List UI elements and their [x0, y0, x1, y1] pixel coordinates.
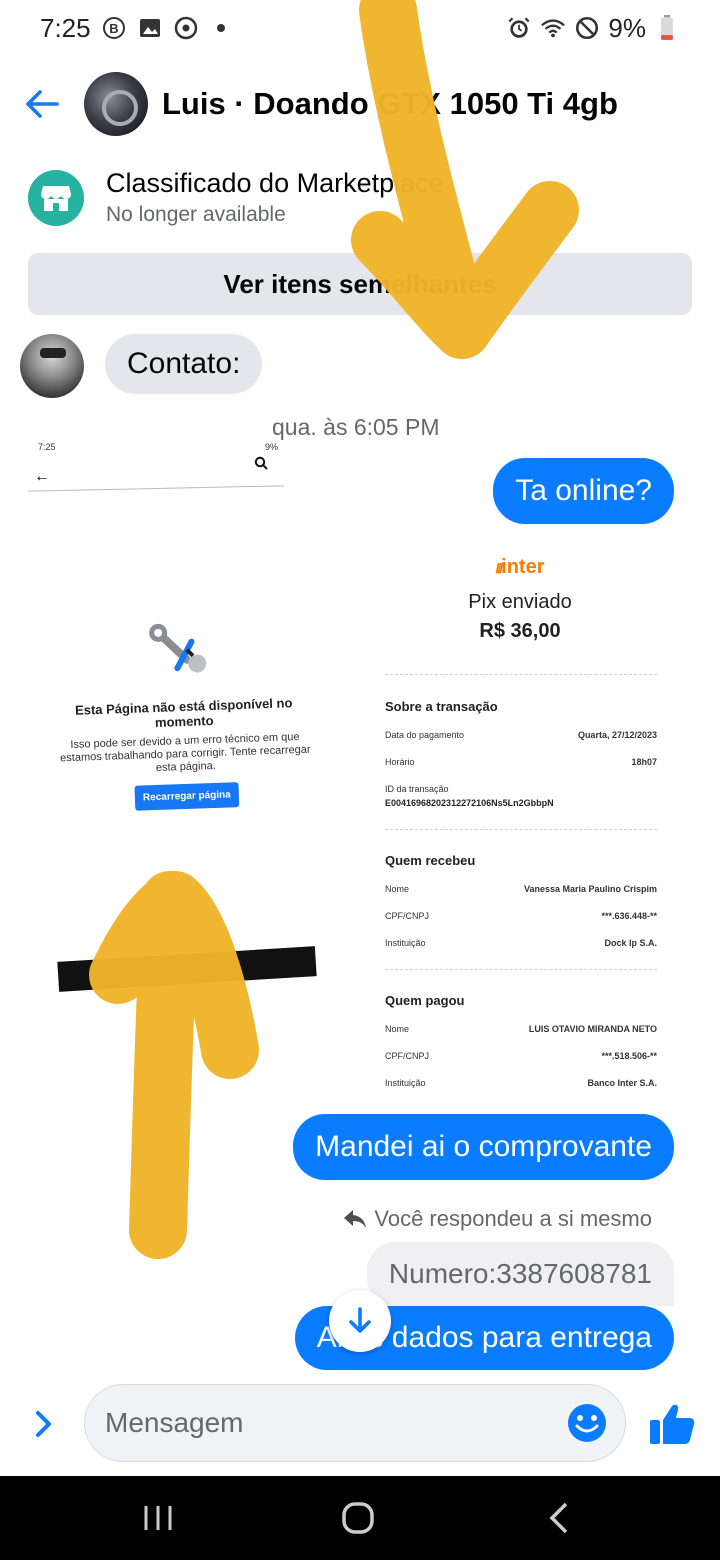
- receipt-time: 18h07: [631, 757, 657, 767]
- receipt-title: Pix enviado: [468, 591, 572, 613]
- status-time: 7:25: [40, 12, 91, 43]
- receipt-section-receiver: Quem recebeu: [385, 853, 476, 868]
- receipt-amount: R$ 36,00: [479, 620, 561, 642]
- listing-title: Classificado do Marketplace: [106, 168, 444, 198]
- receipt-receiver-doc: ***.636.448-**: [601, 911, 657, 921]
- receipt-label: CPF/CNPJ: [385, 1051, 430, 1061]
- scroll-to-bottom-button[interactable]: [329, 1290, 391, 1352]
- alarm-icon: [506, 15, 532, 41]
- receipt-label: Instituição: [385, 1078, 426, 1088]
- receipt-row: CPF/CNPJ ***.518.506-**: [385, 1051, 657, 1061]
- receipt-row: CPF/CNPJ ***.636.448-**: [385, 911, 657, 921]
- conversation-title[interactable]: Luis · Doando GTX 1050 Ti 4gb: [162, 86, 618, 122]
- chevron-right-icon: [36, 1411, 51, 1437]
- back-button[interactable]: [12, 74, 72, 134]
- receipt-divider: [385, 969, 657, 970]
- receipt-row: Horário 18h07: [385, 757, 657, 767]
- receipt-row: Data do pagamento Quarta, 27/12/2023: [385, 730, 657, 740]
- screenshot-battery: 9%: [264, 442, 278, 452]
- message-input-placeholder: Mensagem: [105, 1407, 244, 1438]
- receipt-label: Nome: [385, 884, 410, 894]
- see-similar-items-button[interactable]: Ver itens semelhantes: [28, 253, 692, 315]
- reply-indicator-text: Você respondeu a si mesmo: [374, 1206, 652, 1231]
- receipt-label: Instituição: [385, 938, 426, 948]
- marketplace-shop-icon: [28, 169, 84, 226]
- receipt-payer-doc: ***.518.506-**: [601, 1051, 657, 1061]
- conversation-header: Luis · Doando GTX 1050 Ti 4gb: [0, 62, 720, 146]
- b-notification-icon: B: [101, 15, 127, 41]
- receipt-payment-date: Quarta, 27/12/2023: [577, 730, 657, 740]
- screenshot-search-icon: [254, 456, 268, 470]
- receipt-payer-institution: Banco Inter S.A.: [587, 1078, 657, 1088]
- battery-percent: 9%: [608, 12, 646, 43]
- wifi-icon: [540, 15, 566, 41]
- receipt-row: Nome Vanessa Maria Paulino Crispim: [385, 884, 657, 894]
- receipt-divider: [385, 829, 657, 830]
- receipt-row: Instituição Dock Ip S.A.: [385, 938, 657, 948]
- emoji-button[interactable]: [566, 1402, 608, 1444]
- seller-avatar[interactable]: [84, 72, 148, 136]
- thumbs-up-like-button[interactable]: [648, 1400, 696, 1448]
- receipt-row: Nome LUIS OTAVIO MIRANDA NETO: [385, 1024, 657, 1034]
- expand-actions-button[interactable]: [28, 1406, 60, 1442]
- message-composer: Mensagem: [0, 1384, 720, 1464]
- contact-avatar[interactable]: [20, 334, 84, 398]
- reply-indicator: Você respondeu a si mesmo: [342, 1206, 652, 1232]
- receipt-row: Instituição Banco Inter S.A.: [385, 1078, 657, 1088]
- screenshot-divider: [28, 485, 284, 492]
- wrench-tools-icon: [149, 623, 207, 673]
- messenger-notification-icon: [173, 15, 199, 41]
- message-input[interactable]: Mensagem: [84, 1384, 626, 1462]
- receipt-transaction-id: E00416968202312272106Ns5Ln2GbbpN: [385, 798, 554, 808]
- arrow-down-icon: [349, 1307, 371, 1333]
- receipt-label: Horário: [385, 757, 415, 767]
- screenshot-error-content: Esta Página não está disponível no momen…: [51, 616, 317, 814]
- screenshot-reload-button: Recarregar página: [134, 782, 240, 811]
- screenshot-back-icon: ←: [34, 468, 50, 485]
- status-bar: 7:25 B 9%: [0, 0, 720, 56]
- home-icon[interactable]: [338, 1498, 378, 1538]
- receipt-receiver-name: Vanessa Maria Paulino Crispim: [523, 884, 657, 894]
- reply-arrow-icon: [344, 1210, 367, 1228]
- receipt-payer-name: LUIS OTAVIO MIRANDA NETO: [528, 1024, 657, 1034]
- gallery-icon: [137, 15, 163, 41]
- receipt-divider: [385, 674, 657, 675]
- censor-bar: [57, 946, 317, 992]
- quoted-message[interactable]: Numero:3387608781: [366, 1242, 674, 1306]
- receipt-label: Nome: [385, 1024, 410, 1034]
- marketplace-listing[interactable]: Classificado do Marketplace No longer av…: [28, 168, 444, 227]
- receipt-label: ID da transação: [385, 784, 449, 794]
- svg-text:B: B: [109, 21, 118, 36]
- incoming-message[interactable]: Contato:: [105, 334, 263, 394]
- screenshot-status-bar: 7:25 9%: [38, 442, 278, 452]
- screenshot-error-title: Esta Página não está disponível no momen…: [74, 695, 293, 731]
- outgoing-message[interactable]: Mandei ai o comprovante: [293, 1114, 674, 1180]
- receipt-label: Data do pagamento: [385, 730, 465, 740]
- receipt-label: CPF/CNPJ: [385, 911, 430, 921]
- back-arrow-icon: [26, 90, 59, 118]
- receipt-receiver-institution: Dock Ip S.A.: [604, 938, 657, 948]
- inter-logo: ///inter: [495, 556, 545, 578]
- more-notifications-dot: [216, 24, 225, 32]
- pix-receipt-image[interactable]: ///inter Pix enviado R$ 36,00 Sobre a tr…: [370, 556, 670, 1096]
- back-nav-icon[interactable]: [540, 1498, 580, 1538]
- receipt-section-transaction: Sobre a transação: [385, 699, 498, 714]
- battery-low-icon: [654, 15, 680, 41]
- screenshot-error-description: Isso pode ser devido a um erro técnico e…: [59, 730, 311, 775]
- receipt-section-payer: Quem pagou: [385, 993, 465, 1008]
- system-navigation-bar: [0, 1476, 720, 1560]
- listing-status: No longer available: [106, 203, 286, 226]
- inter-logo-text: inter: [501, 556, 545, 578]
- shared-screenshot-image[interactable]: 7:25 9% ← Esta Página não está disponíve…: [24, 430, 324, 1030]
- recent-apps-icon[interactable]: [138, 1498, 178, 1538]
- screenshot-time: 7:25: [38, 442, 56, 452]
- outgoing-message[interactable]: Ta online?: [493, 458, 674, 524]
- do-not-disturb-icon: [574, 15, 600, 41]
